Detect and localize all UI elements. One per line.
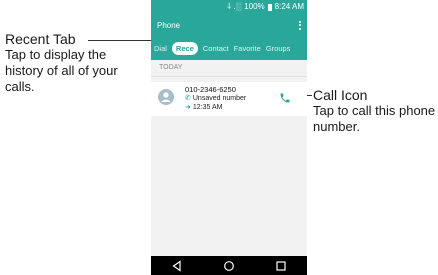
- recent-tab-callout-body: Tap to display the history of all of you…: [5, 47, 118, 94]
- recents-icon[interactable]: [275, 260, 287, 272]
- home-icon[interactable]: [223, 260, 235, 272]
- navigation-bar: [151, 256, 307, 275]
- number-type: Unsaved number: [192, 95, 247, 102]
- tab-contacts[interactable]: Contact: [203, 44, 229, 53]
- battery-level: 100%: [244, 2, 265, 11]
- call-icon-callout: Call Icon Tap to call this phone number.: [313, 87, 437, 135]
- call-icon-callout-body: Tap to call this phone number.: [313, 103, 436, 134]
- status-bar: ⸸ .░ 100% 8:24 AM: [151, 0, 307, 14]
- app-bar: Phone: [151, 14, 307, 36]
- overflow-menu-icon[interactable]: [299, 20, 301, 30]
- call-time: 12:35 AM: [192, 104, 223, 111]
- call-icon-callout-title: Call Icon: [313, 87, 368, 103]
- number-type-row: ✆ Unsaved number: [185, 94, 246, 103]
- back-icon[interactable]: [171, 259, 183, 272]
- phone-screen: ⸸ .░ 100% 8:24 AM Phone Dial Rece Contac…: [151, 0, 307, 275]
- app-title: Phone: [157, 20, 181, 30]
- tab-dial[interactable]: Dial: [154, 44, 167, 53]
- tab-recent[interactable]: Rece: [171, 41, 198, 55]
- contact-avatar-icon: [158, 89, 174, 105]
- recent-call-entry[interactable]: 010-2346-6250 ✆ Unsaved number ➜ 12:35 A…: [151, 82, 307, 116]
- tab-favorites[interactable]: Favorite: [234, 44, 261, 53]
- clock: 8:24 AM: [274, 2, 304, 11]
- recent-call-details: 010-2346-6250 ✆ Unsaved number ➜ 12:35 A…: [185, 85, 246, 112]
- phone-number: 010-2346-6250: [185, 85, 236, 94]
- call-time-row: ➜ 12:35 AM: [185, 103, 246, 112]
- phone-call-icon[interactable]: [279, 91, 291, 103]
- signal-icons: ⸸ .░: [227, 2, 242, 11]
- section-header-today: TODAY: [151, 60, 307, 77]
- tab-bar: Dial Rece Contact Favorite Groups: [151, 36, 307, 60]
- phone-small-icon: ✆: [185, 95, 191, 102]
- battery-icon: [267, 3, 272, 11]
- outgoing-arrow-icon: ➜: [185, 104, 191, 111]
- tab-groups[interactable]: Groups: [266, 44, 291, 53]
- recent-tab-callout-title: Recent Tab: [5, 31, 76, 47]
